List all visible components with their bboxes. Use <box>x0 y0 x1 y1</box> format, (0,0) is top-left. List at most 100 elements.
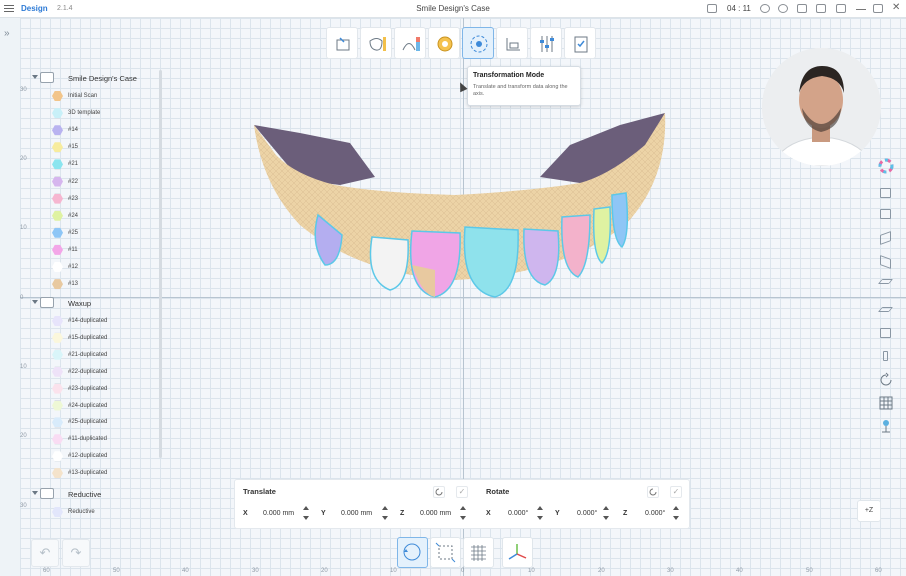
color-swatch-icon[interactable] <box>52 316 63 326</box>
screen-record-icon[interactable] <box>707 4 717 13</box>
color-swatch-icon[interactable] <box>52 434 63 445</box>
tooth-22[interactable] <box>523 228 560 286</box>
close-icon[interactable]: ✕ <box>892 2 900 13</box>
section-view-button[interactable] <box>877 348 895 364</box>
color-swatch-icon[interactable] <box>52 142 63 153</box>
color-swatch-icon[interactable] <box>52 227 63 238</box>
rotate-x-stepper[interactable] <box>537 506 543 520</box>
camera-icon[interactable] <box>797 4 807 13</box>
color-swatch-icon[interactable] <box>52 159 63 170</box>
rotate-mode-button[interactable] <box>397 537 428 568</box>
tree-group-reductive[interactable]: Reductive <box>28 486 158 502</box>
translate-z-stepper[interactable] <box>460 506 466 520</box>
color-swatch-icon[interactable] <box>52 279 63 290</box>
tree-item[interactable]: #22-duplicated <box>28 364 158 381</box>
tree-item[interactable]: #12 <box>28 259 158 276</box>
tree-item[interactable]: #14 <box>28 122 158 139</box>
rotate-z-stepper[interactable] <box>673 506 679 520</box>
restore-icon[interactable] <box>836 4 846 13</box>
color-swatch-icon[interactable] <box>52 125 63 136</box>
base-tool-button[interactable] <box>496 27 528 59</box>
undo-button[interactable]: ↶ <box>31 539 59 567</box>
tree-item[interactable]: #25 <box>28 225 158 242</box>
front-view-button[interactable] <box>877 185 895 201</box>
grid-toggle-button[interactable] <box>877 395 895 411</box>
back-view-button[interactable] <box>877 206 895 222</box>
tree-item[interactable]: #15 <box>28 139 158 156</box>
left-view-button[interactable] <box>877 230 895 246</box>
tree-item[interactable]: #13-duplicated <box>28 465 158 482</box>
adjust-tool-button[interactable] <box>530 27 562 59</box>
prepare-tool-button[interactable] <box>326 27 358 59</box>
translate-y-stepper[interactable] <box>382 506 388 520</box>
tree-item[interactable]: #21 <box>28 156 158 173</box>
reset-rotation-button[interactable] <box>877 372 895 388</box>
minimize-icon[interactable] <box>856 4 866 10</box>
dental-model-3d[interactable] <box>240 105 680 305</box>
maximize-icon[interactable] <box>873 4 883 13</box>
rotate-y-stepper[interactable] <box>603 506 609 520</box>
tooth-24[interactable] <box>592 206 612 265</box>
color-swatch-icon[interactable] <box>52 366 63 377</box>
color-wheel-button[interactable] <box>877 158 895 174</box>
finish-tool-button[interactable] <box>564 27 596 59</box>
reset-translate-button[interactable] <box>433 486 445 498</box>
design-tool-button[interactable] <box>428 27 460 59</box>
color-swatch-icon[interactable] <box>52 507 63 517</box>
right-view-button[interactable] <box>877 254 895 270</box>
top-view-button[interactable] <box>877 276 895 292</box>
translate-x-input[interactable]: 0.000 mm <box>263 510 294 517</box>
iso-view-button[interactable] <box>877 325 895 341</box>
apply-translate-button[interactable]: ✓ <box>456 486 468 498</box>
translate-y-input[interactable]: 0.000 mm <box>341 510 372 517</box>
tree-item[interactable]: #22 <box>28 174 158 191</box>
color-swatch-icon[interactable] <box>52 417 63 428</box>
tooth-21[interactable] <box>463 226 519 298</box>
collapse-arrow-icon[interactable] <box>32 75 38 79</box>
tree-item[interactable]: #11-duplicated <box>28 431 158 448</box>
color-swatch-icon[interactable] <box>52 108 63 119</box>
translate-x-stepper[interactable] <box>303 506 309 520</box>
color-swatch-icon[interactable] <box>52 468 63 479</box>
collapse-arrow-icon[interactable] <box>32 300 38 304</box>
window-icon[interactable] <box>816 4 826 13</box>
tooth-25[interactable] <box>611 192 629 249</box>
grid-mode-button[interactable] <box>463 537 494 568</box>
tree-item[interactable]: #14-duplicated <box>28 313 158 330</box>
color-swatch-icon[interactable] <box>52 400 63 411</box>
color-swatch-icon[interactable] <box>52 176 63 187</box>
tree-scrollbar[interactable] <box>159 70 162 458</box>
tree-group-waxup[interactable]: Waxup <box>28 295 158 311</box>
redo-button[interactable]: ↷ <box>62 539 90 567</box>
color-swatch-icon[interactable] <box>52 383 63 394</box>
tree-item[interactable]: Initial Scan <box>28 88 158 105</box>
color-swatch-icon[interactable] <box>52 193 63 204</box>
transformation-mode-tool-button[interactable] <box>462 27 494 59</box>
teeth-library-tool-button[interactable] <box>360 27 392 59</box>
rotate-y-input[interactable]: 0.000° <box>577 510 597 517</box>
tree-group-case[interactable]: Smile Design's Case <box>28 70 158 86</box>
tree-item[interactable]: #23-duplicated <box>28 381 158 398</box>
z-view-button[interactable]: +Z <box>857 500 881 522</box>
axis-gizmo-button[interactable] <box>502 537 533 568</box>
color-swatch-icon[interactable] <box>52 210 63 221</box>
pin-button[interactable] <box>877 418 895 434</box>
tooth-12[interactable] <box>369 236 409 291</box>
tree-item[interactable]: 3D template <box>28 105 158 122</box>
tooth-23[interactable] <box>561 214 591 278</box>
scale-mode-button[interactable] <box>430 537 461 568</box>
tree-item[interactable]: #11 <box>28 242 158 259</box>
tree-item[interactable]: #15-duplicated <box>28 330 158 347</box>
expand-sidebar-icon[interactable]: » <box>4 28 10 39</box>
bottom-view-button[interactable] <box>877 304 895 320</box>
reset-rotate-button[interactable] <box>647 486 659 498</box>
rotate-z-input[interactable]: 0.000° <box>645 510 665 517</box>
tree-item[interactable]: Reductive <box>28 504 158 521</box>
stop-icon[interactable] <box>778 4 788 13</box>
color-swatch-icon[interactable] <box>52 332 63 343</box>
color-swatch-icon[interactable] <box>52 262 63 272</box>
tree-item[interactable]: #12-duplicated <box>28 448 158 465</box>
tree-item[interactable]: #13 <box>28 276 158 293</box>
color-swatch-icon[interactable] <box>52 244 63 255</box>
adapt-tool-button[interactable] <box>394 27 426 59</box>
